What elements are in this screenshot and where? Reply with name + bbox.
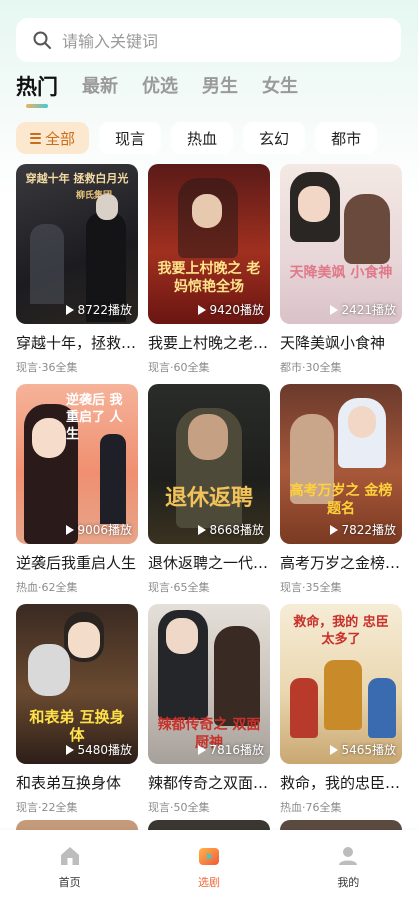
drama-card[interactable]: 天降美飒 小食神 2421播放 天降美飒小食神 都市·30全集 <box>280 164 402 384</box>
nav-home[interactable]: 首页 <box>20 830 120 890</box>
play-count: 8668播放 <box>198 521 264 538</box>
drama-title: 退休返聘之一代宗师 <box>148 554 270 572</box>
drama-title: 辣都传奇之双面厨神 <box>148 774 270 792</box>
nav-label: 首页 <box>58 876 81 889</box>
play-count: 9006播放 <box>66 521 132 538</box>
search-input[interactable]: 请输入关键词 <box>62 28 158 52</box>
drama-poster[interactable]: 和表弟 互换身体 5480播放 <box>16 604 138 764</box>
play-icon <box>66 744 75 755</box>
genre-filter: 全部 现言 热血 玄幻 都市 <box>16 122 387 154</box>
drama-meta: 现言·35全集 <box>280 581 342 594</box>
drama-meta: 现言·50全集 <box>148 801 210 814</box>
poster-title: 救命，我的 忠臣太多了 <box>293 615 389 647</box>
tab-latest[interactable]: 最新 <box>82 74 118 100</box>
drama-meta: 现言·65全集 <box>148 581 210 594</box>
drama-title: 高考万岁之金榜题名 <box>280 554 402 572</box>
tab-male[interactable]: 男生 <box>202 74 238 100</box>
drama-card[interactable]: 我要上村晚之 老妈惊艳全场 9420播放 我要上村晚之老妈惊艳全场 现言·60全… <box>148 164 270 384</box>
drama-poster[interactable]: 救命，我的 忠臣太多了 5465播放 <box>280 604 402 764</box>
play-icon <box>330 744 339 755</box>
drama-meta: 现言·60全集 <box>148 361 210 374</box>
drama-card[interactable]: 高考万岁之 金榜题名 7822播放 高考万岁之金榜题名 现言·35全集 <box>280 384 402 604</box>
chip-fantasy[interactable]: 玄幻 <box>243 122 306 154</box>
category-tabs: 热门 最新 优选 男生 女生 <box>16 74 322 114</box>
poster-title: 我要上村晚之 老妈惊艳全场 <box>157 261 261 295</box>
drama-poster[interactable]: 辣都传奇之 双面厨神 7816播放 <box>148 604 270 764</box>
drama-meta: 热血·62全集 <box>16 581 78 594</box>
drama-card[interactable]: 穿越十年 拯救白月光 柳氏集团 8722播放 穿越十年，拯救白月光 现言·36全… <box>16 164 138 384</box>
play-icon <box>198 304 207 315</box>
list-icon <box>30 132 41 144</box>
play-icon <box>330 304 339 315</box>
drama-title: 我要上村晚之老妈惊艳全场 <box>148 334 270 352</box>
drama-title: 天降美飒小食神 <box>280 334 386 352</box>
play-icon <box>66 524 75 535</box>
play-box-icon <box>198 848 219 865</box>
chip-action[interactable]: 热血 <box>171 122 234 154</box>
drama-card[interactable]: 辣都传奇之 双面厨神 7816播放 辣都传奇之双面厨神 现言·50全集 <box>148 604 270 824</box>
drama-title: 逆袭后我重启人生 <box>16 554 137 572</box>
play-count: 9420播放 <box>198 301 264 318</box>
bottom-navigation: 首页 选剧 我的 <box>0 830 418 900</box>
play-count: 5480播放 <box>66 741 132 758</box>
chip-all[interactable]: 全部 <box>16 122 90 154</box>
home-icon <box>60 847 79 865</box>
tab-hot[interactable]: 热门 <box>16 74 58 108</box>
chip-urban[interactable]: 都市 <box>315 122 378 154</box>
drama-poster[interactable]: 退休返聘 8668播放 <box>148 384 270 544</box>
play-count: 7816播放 <box>198 741 264 758</box>
user-icon <box>339 847 358 865</box>
grid-row: 和表弟 互换身体 5480播放 和表弟互换身体 现言·22全集 辣都传奇之 双面… <box>16 604 402 824</box>
drama-meta: 热血·76全集 <box>280 801 342 814</box>
search-bar[interactable]: 请输入关键词 <box>16 18 401 62</box>
drama-title: 救命，我的忠臣太多了 <box>280 774 402 792</box>
play-count: 8722播放 <box>66 301 132 318</box>
drama-title: 和表弟互换身体 <box>16 774 122 792</box>
poster-title: 逆袭后 我重启了 人生 <box>66 393 123 442</box>
nav-profile[interactable]: 我的 <box>298 830 398 890</box>
poster-title: 退休返聘 <box>164 486 253 511</box>
drama-meta: 现言·36全集 <box>16 361 78 374</box>
drama-card[interactable]: 退休返聘 8668播放 退休返聘之一代宗师 现言·65全集 <box>148 384 270 604</box>
tab-active-indicator <box>26 104 48 108</box>
poster-title: 穿越十年 拯救白月光 <box>25 172 129 185</box>
tab-selected[interactable]: 优选 <box>142 74 178 100</box>
drama-poster[interactable]: 我要上村晚之 老妈惊艳全场 9420播放 <box>148 164 270 324</box>
next-row-poster <box>16 820 138 830</box>
drama-title: 穿越十年，拯救白月光 <box>16 334 138 352</box>
chip-label: 全部 <box>45 129 76 148</box>
nav-browse[interactable]: 选剧 <box>159 830 259 890</box>
next-row-poster <box>148 820 270 830</box>
drama-poster[interactable]: 逆袭后 我重启了 人生 9006播放 <box>16 384 138 544</box>
drama-poster[interactable]: 高考万岁之 金榜题名 7822播放 <box>280 384 402 544</box>
play-count: 5465播放 <box>330 741 396 758</box>
drama-meta: 现言·22全集 <box>16 801 78 814</box>
poster-title: 和表弟 互换身体 <box>29 708 125 744</box>
play-icon <box>198 744 207 755</box>
drama-card[interactable]: 逆袭后 我重启了 人生 9006播放 逆袭后我重启人生 热血·62全集 <box>16 384 138 604</box>
drama-card[interactable]: 和表弟 互换身体 5480播放 和表弟互换身体 现言·22全集 <box>16 604 138 824</box>
poster-title: 天降美飒 小食神 <box>289 265 393 281</box>
drama-meta: 都市·30全集 <box>280 361 342 374</box>
play-count: 2421播放 <box>330 301 396 318</box>
drama-grid: 穿越十年 拯救白月光 柳氏集团 8722播放 穿越十年，拯救白月光 现言·36全… <box>16 164 402 824</box>
play-icon <box>66 304 75 315</box>
play-icon <box>198 524 207 535</box>
tab-label: 热门 <box>16 75 58 99</box>
grid-row: 穿越十年 拯救白月光 柳氏集团 8722播放 穿越十年，拯救白月光 现言·36全… <box>16 164 402 384</box>
drama-poster[interactable]: 穿越十年 拯救白月光 柳氏集团 8722播放 <box>16 164 138 324</box>
next-row-poster <box>280 820 402 830</box>
drama-poster[interactable]: 天降美飒 小食神 2421播放 <box>280 164 402 324</box>
tab-female[interactable]: 女生 <box>262 74 298 100</box>
play-icon <box>330 524 339 535</box>
nav-label: 我的 <box>337 876 360 889</box>
nav-label: 选剧 <box>197 876 220 889</box>
poster-title: 高考万岁之 金榜题名 <box>289 483 393 517</box>
drama-card[interactable]: 救命，我的 忠臣太多了 5465播放 救命，我的忠臣太多了 热血·76全集 <box>280 604 402 824</box>
chip-romance[interactable]: 现言 <box>99 122 162 154</box>
search-icon <box>33 31 51 49</box>
grid-row: 逆袭后 我重启了 人生 9006播放 逆袭后我重启人生 热血·62全集 退休返聘… <box>16 384 402 604</box>
play-count: 7822播放 <box>330 521 396 538</box>
